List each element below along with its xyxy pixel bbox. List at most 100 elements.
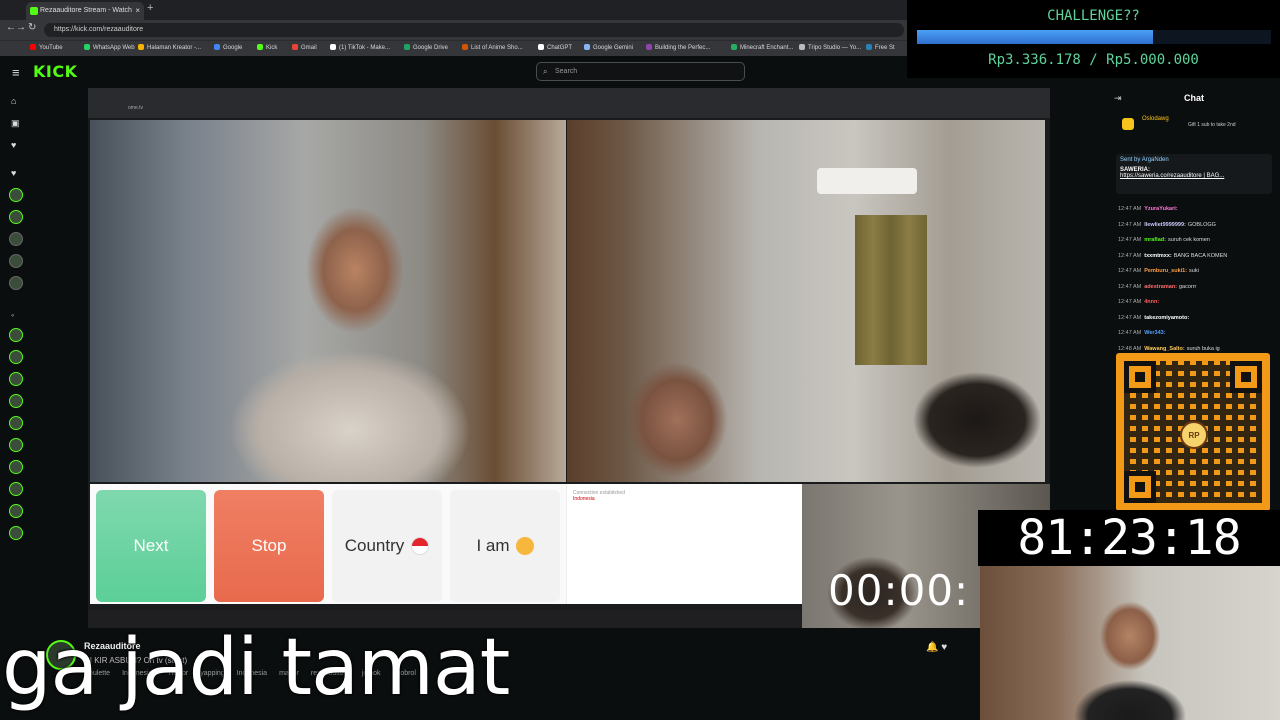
chat-time: 12:47 AM: [1118, 252, 1142, 259]
notification-bell-icon[interactable]: 🔔 ♥: [926, 642, 947, 653]
bookmark-item[interactable]: Google: [214, 44, 242, 51]
stop-button[interactable]: Stop: [214, 490, 324, 602]
followed-channel-avatar[interactable]: [9, 210, 23, 224]
chat-message: 12:47 AM Pemburu_suki1: suki: [1118, 268, 1199, 274]
stream-inner-url: ome.tv: [128, 105, 144, 111]
bookmark-item[interactable]: Kick: [257, 44, 277, 51]
recommended-channel-avatar[interactable]: [9, 482, 23, 496]
pinned-text: Gift 1 sub to take 2nd: [1188, 122, 1236, 128]
bookmark-item[interactable]: (1) TikTok - Make...: [330, 44, 390, 51]
bookmark-item[interactable]: Building the Perfec...: [646, 44, 710, 51]
close-tab-icon[interactable]: ×: [135, 2, 140, 20]
stop-label: Stop: [251, 536, 287, 555]
home-icon[interactable]: ⌂: [11, 96, 16, 106]
chat-username[interactable]: Pemburu_suki1:: [1144, 268, 1187, 274]
chat-title: Chat: [1184, 93, 1204, 103]
bookmark-item[interactable]: List of Anime Sho...: [462, 44, 523, 51]
bookmark-item[interactable]: YouTube: [30, 44, 63, 51]
bookmark-item[interactable]: Free St: [866, 44, 895, 51]
stream-inner-browser-chrome: ome.tv: [88, 88, 1050, 118]
iam-button[interactable]: I am: [450, 490, 560, 602]
chat-text: gacorrr: [1178, 283, 1197, 290]
bookmark-item[interactable]: Halaman Kreator -...: [138, 44, 201, 51]
chat-panel: ⇥ Chat Oslodawg Gift 1 sub to take 2nd S…: [1108, 88, 1280, 353]
bookmark-item[interactable]: WhatsApp Web: [84, 44, 135, 51]
chat-message: 12:47 AM YzuraYukari:: [1118, 206, 1180, 212]
followed-channel-avatar[interactable]: [9, 254, 23, 268]
chat-message: 12:47 AM llewliet9999999: GOBLOGG: [1118, 222, 1216, 228]
url-field[interactable]: https://kick.com/rezaauditore: [44, 23, 904, 37]
bookmark-item[interactable]: Tripo Studio — Yo...: [799, 44, 861, 51]
browse-icon[interactable]: ▣: [11, 118, 20, 129]
chat-username[interactable]: 4nnn:: [1144, 299, 1159, 305]
recommended-channel-avatar[interactable]: [9, 372, 23, 386]
following-icon[interactable]: ♥: [11, 140, 16, 150]
sent-by-label: Sent by: [1120, 157, 1141, 163]
stream-video-player[interactable]: ome.tv Next Stop Country I am Connection…: [88, 88, 1050, 628]
chat-username[interactable]: llewliet9999999:: [1144, 222, 1186, 228]
followed-channel-avatar[interactable]: [9, 232, 23, 246]
recommended-channel-avatar[interactable]: [9, 504, 23, 518]
search-placeholder: Search: [555, 68, 578, 75]
chat-message: 12:47 AM Wer343:: [1118, 330, 1168, 336]
recommended-channel-avatar[interactable]: [9, 526, 23, 540]
pinned-saweria-message[interactable]: Sent by ArgaNden SAWERIA: https://saweri…: [1116, 154, 1272, 194]
indonesia-flag-icon: [411, 537, 430, 555]
challenge-amount: Rp3.336.178 / Rp5.000.000: [988, 52, 1199, 68]
bookmark-item[interactable]: Gmail: [292, 44, 317, 51]
chat-text: suruh cek komen: [1167, 237, 1210, 243]
chat-message: 12:47 AM mrafiad: suruh cek komen: [1118, 237, 1210, 243]
reload-icon[interactable]: ↻: [28, 22, 36, 33]
heart-icon: ♥: [11, 168, 17, 178]
next-button[interactable]: Next: [96, 490, 206, 602]
chat-username[interactable]: YzuraYukari:: [1144, 206, 1177, 212]
back-icon[interactable]: ←: [6, 22, 16, 33]
recommended-channel-avatar[interactable]: [9, 438, 23, 452]
qr-finder: [1124, 471, 1156, 503]
qr-finder: [1124, 361, 1156, 393]
country-label: Country: [344, 536, 405, 555]
new-tab-button[interactable]: +: [147, 2, 153, 14]
chat-time: 12:48 AM: [1118, 345, 1142, 352]
chat-username[interactable]: adestraman:: [1144, 284, 1177, 290]
recommended-channel-avatar[interactable]: [9, 350, 23, 364]
kick-logo[interactable]: KICK: [33, 62, 78, 81]
chat-time: 12:47 AM: [1118, 314, 1142, 321]
saweria-sender: ArgaNden: [1141, 157, 1169, 163]
chat-time: 12:47 AM: [1118, 237, 1142, 243]
qr-finder: [1230, 361, 1262, 393]
saweria-link[interactable]: https://saweria.co/rezaauditore | BAG...: [1120, 173, 1268, 179]
chat-text: BANG BACA KOMEN: [1173, 252, 1228, 259]
forward-icon[interactable]: →: [16, 22, 26, 33]
chat-time: 12:47 AM: [1118, 268, 1142, 274]
followed-channel-avatar[interactable]: [9, 276, 23, 290]
browser-tab[interactable]: Rezaauditore Stream - Watch ×: [26, 2, 144, 20]
menu-icon[interactable]: ≡: [12, 65, 20, 80]
bookmark-item[interactable]: ChatGPT: [538, 44, 572, 51]
recommended-channel-avatar[interactable]: [9, 328, 23, 342]
pinned-user[interactable]: Oslodawg: [1142, 116, 1169, 122]
followed-channel-avatar[interactable]: [9, 188, 23, 202]
recommended-icon: ◦: [11, 310, 15, 320]
left-sidebar: ⌂ ▣ ♥ ♥ ◦: [0, 90, 32, 630]
tab-title: Rezaauditore Stream - Watch: [40, 7, 132, 14]
chat-time: 12:47 AM: [1118, 221, 1142, 228]
bookmark-item[interactable]: Google Gemini: [584, 44, 633, 51]
chat-message: 12:47 AM adestraman: gacorrr: [1118, 284, 1196, 290]
chat-username[interactable]: takezomiyamoto:: [1144, 315, 1189, 321]
recommended-channel-avatar[interactable]: [9, 416, 23, 430]
bookmark-item[interactable]: Minecraft Enchant...: [731, 44, 793, 51]
recommended-channel-avatar[interactable]: [9, 394, 23, 408]
chat-text: suruh buka ig: [1186, 345, 1220, 352]
country-button[interactable]: Country: [332, 490, 442, 602]
search-input[interactable]: ⌕ Search: [536, 62, 745, 81]
recommended-channel-avatar[interactable]: [9, 460, 23, 474]
subathon-timer: 81:23:18: [978, 510, 1280, 566]
bookmark-item[interactable]: Google Drive: [404, 44, 448, 51]
chat-username[interactable]: Wer343:: [1144, 330, 1165, 336]
chat-username[interactable]: txxmtmxx:: [1144, 253, 1172, 259]
chat-time: 12:47 AM: [1118, 299, 1142, 305]
chat-username[interactable]: mrafiad:: [1144, 237, 1166, 243]
stream-right-camera: [567, 120, 1045, 482]
chat-username[interactable]: Wawang_Salto:: [1144, 346, 1184, 352]
